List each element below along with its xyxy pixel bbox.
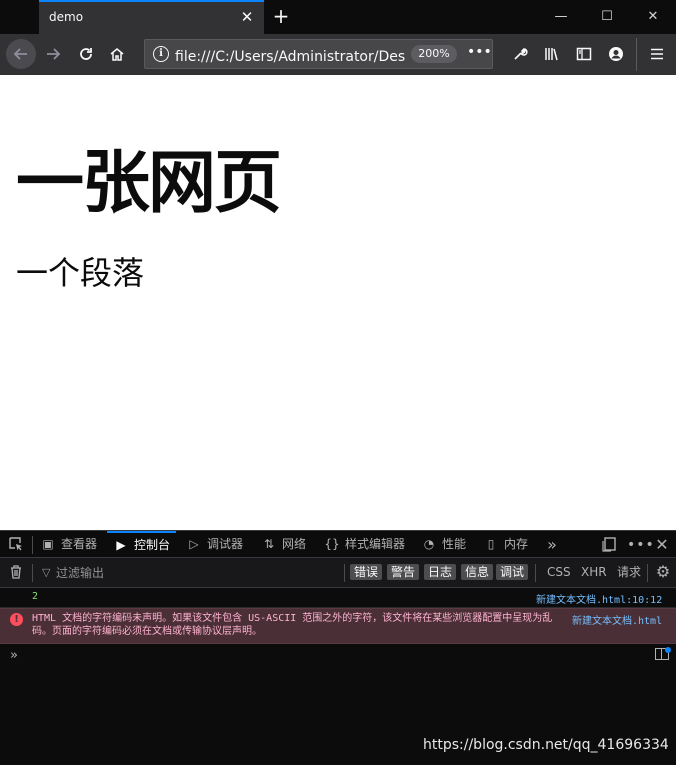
forward-button[interactable] [38,39,68,69]
devtools-menu-icon[interactable]: ••• [627,536,654,554]
watermark: https://blog.csdn.net/qq_41696334 [423,737,669,753]
source-link[interactable]: 新建文本文档.html [572,612,662,627]
toolbar-separator [32,564,33,582]
filter-requests-button[interactable]: 请求 [617,564,641,580]
error-icon: ! [10,613,23,626]
element-picker-icon[interactable] [7,536,25,554]
trash-icon[interactable] [7,564,25,582]
source-link[interactable]: 新建文本文档.html:10:12 [536,591,662,606]
url-bar[interactable]: i file:///C:/Users/Administrator/Desktop… [144,39,493,69]
tab-label: 性能 [442,537,467,551]
toolbar-separator [344,564,345,582]
tab-label: 调试器 [207,537,244,551]
zoom-level-badge[interactable]: 200% [411,45,457,63]
style-editor-icon: {} [324,537,340,551]
tab-label: 网络 [282,537,307,551]
toolbar-separator [535,564,536,582]
memory-icon: ▯ [487,537,495,551]
notification-dot [665,647,671,653]
close-window-button[interactable]: ✕ [638,6,668,28]
filter-debug-button[interactable]: 调试 [496,564,529,580]
tab-performance[interactable]: ◔ 性能 [421,531,466,558]
close-devtools-icon[interactable]: ✕ [653,536,671,554]
page-actions-menu-icon[interactable]: ••• [467,44,492,60]
console-prompt-chevron-icon[interactable]: » [10,648,18,663]
tab-network[interactable]: ⇅ 网络 [261,531,306,558]
devtools-separator [32,536,33,554]
navigation-toolbar: i file:///C:/Users/Administrator/Desktop… [0,34,676,75]
inspector-icon: ▣ [42,537,54,551]
new-tab-button[interactable]: + [270,5,292,27]
tab-label: 样式编辑器 [345,537,406,551]
filter-warnings-button[interactable]: 警告 [387,564,420,580]
tab-strip: demo ✕ + — ☐ ✕ [0,0,676,34]
settings-gear-icon[interactable]: ⚙ [654,563,672,581]
page-viewport: 一张网页 一个段落 [0,75,676,530]
tab-inspector[interactable]: ▣ 查看器 [40,531,97,558]
console-message-log: 2 新建文本文档.html:10:12 [0,588,676,608]
tab-debugger[interactable]: ▷ 调试器 [186,531,243,558]
home-icon [110,48,124,61]
performance-icon: ◔ [423,537,435,551]
browser-window: demo ✕ + — ☐ ✕ i file:///C:/Users/Admini… [0,0,676,765]
reload-icon [80,48,92,60]
page-heading: 一张网页 [16,144,282,223]
home-button[interactable] [102,39,132,69]
filter-info-button[interactable]: 信息 [461,564,494,580]
debugger-icon: ▷ [189,537,199,551]
library-icon[interactable] [541,43,563,65]
hamburger-menu-icon[interactable] [646,43,668,65]
tab-label: 内存 [504,537,529,551]
close-tab-icon[interactable]: ✕ [238,8,256,26]
page-paragraph: 一个段落 [16,254,145,292]
site-info-icon[interactable]: i [153,46,169,62]
devtools-tab-bar: ▣ 查看器 ▶ 控制台 ▷ 调试器 ⇅ 网络 {} 样式编辑器 ◔ 性能 ▯ 内存 » •••… [0,530,676,558]
url-text[interactable]: file:///C:/Users/Administrator/Desktop/新… [175,46,405,66]
dock-options-icon[interactable] [601,536,619,554]
forward-arrow-icon [47,48,61,60]
tab-console[interactable]: ▶ 控制台 [107,531,177,558]
wrench-icon[interactable] [509,43,531,65]
tab-label: 控制台 [134,538,171,552]
filter-xhr-button[interactable]: XHR [581,564,607,580]
filter-css-button[interactable]: CSS [547,564,571,580]
toolbar-separator [647,564,648,582]
tab-demo[interactable]: demo ✕ [39,0,264,34]
tab-label: 查看器 [61,537,98,551]
console-icon: ▶ [116,538,126,552]
account-icon[interactable] [605,43,627,65]
tab-style-editor[interactable]: {} 样式编辑器 [324,531,405,558]
reload-button[interactable] [71,39,101,69]
filter-errors-button[interactable]: 错误 [350,564,383,580]
maximize-button[interactable]: ☐ [592,6,622,28]
log-value: 2 [32,591,39,602]
tab-title: demo [49,10,84,24]
filter-logs-button[interactable]: 日志 [424,564,457,580]
more-tabs-chevron-icon[interactable]: » [543,536,561,554]
filter-output-input[interactable] [36,563,336,583]
console-toolbar: ▽ 错误 警告 日志 信息 调试 CSS XHR 请求 ⚙ [0,558,676,588]
back-arrow-icon [13,48,27,60]
back-button[interactable] [6,39,36,69]
minimize-button[interactable]: — [546,6,576,28]
toolbar-separator [636,38,637,71]
error-text: HTML 文档的字符编码未声明。如果该文件包含 US-ASCII 范围之外的字符… [32,613,553,637]
tab-memory[interactable]: ▯ 内存 [483,531,528,558]
console-output: 2 新建文本文档.html:10:12 ! HTML 文档的字符编码未声明。如果… [0,588,676,765]
sidebar-icon[interactable] [573,43,595,65]
network-icon: ⇅ [263,537,275,551]
console-message-error: ! HTML 文档的字符编码未声明。如果该文件包含 US-ASCII 范围之外的… [0,608,676,644]
